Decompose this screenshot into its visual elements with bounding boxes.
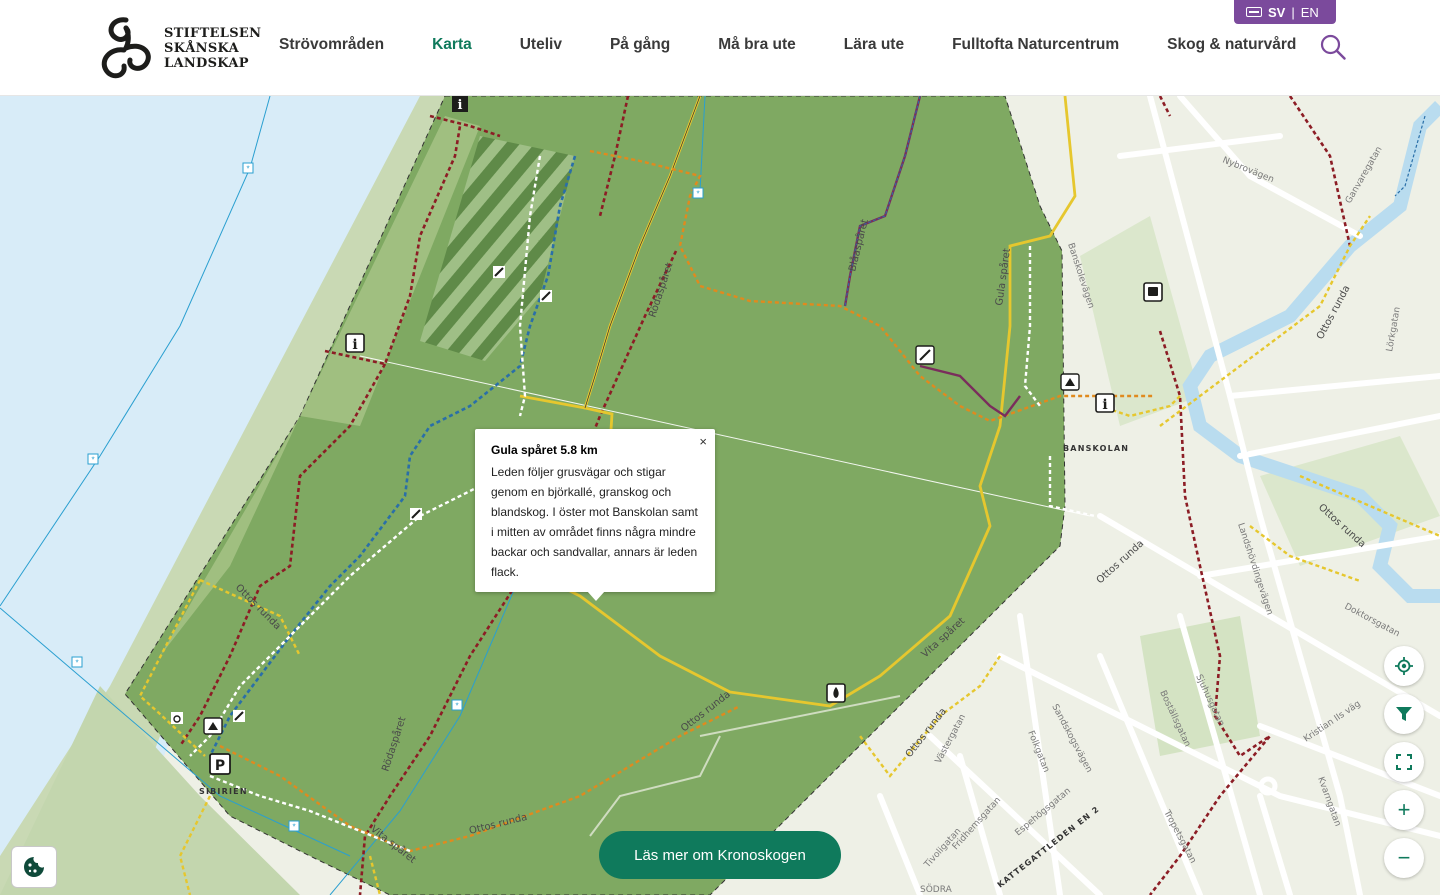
svg-text:*: *	[455, 702, 458, 711]
info-marker-east: i	[1095, 393, 1115, 413]
svg-text:i: i	[458, 98, 463, 113]
locate-icon	[1395, 657, 1413, 675]
lang-separator: |	[1291, 4, 1295, 20]
svg-text:P: P	[215, 758, 225, 774]
label-sodra: SÖDRA	[920, 884, 953, 895]
ski-marker-6: *	[692, 187, 704, 199]
nav-item-uteliv[interactable]: Uteliv	[520, 36, 562, 54]
filter-icon	[1396, 707, 1412, 721]
logo-line-3: LANDSKAP	[164, 55, 249, 71]
nav-item-ma-bra-ute[interactable]: Må bra ute	[718, 36, 796, 54]
nav-item-pa-gang[interactable]: På gång	[610, 36, 670, 54]
zoom-out-button[interactable]: −	[1384, 838, 1424, 878]
logo-mark-icon	[101, 17, 151, 79]
locate-button[interactable]	[1384, 646, 1424, 686]
info-marker-west: i	[345, 333, 365, 353]
label-sibirien: SIBIRIEN	[199, 787, 248, 796]
trail-info-popup: × Gula spåret 5.8 km Leden följer grusvä…	[475, 429, 715, 601]
svg-text:i: i	[1102, 397, 1107, 413]
campfire-marker	[826, 683, 846, 703]
logo-line-1: STIFTELSEN	[164, 25, 262, 41]
cookie-icon	[24, 857, 44, 877]
ski-marker-1: *	[242, 162, 254, 174]
svg-text:*: *	[75, 659, 78, 668]
picnic-marker-east	[1060, 373, 1080, 391]
ski-marker-2: *	[87, 453, 99, 465]
cookie-settings-button[interactable]	[11, 846, 57, 888]
map-svg: i i i P * * * * * * Ottos runda Ottos ru…	[0, 96, 1440, 895]
logo-wordmark: STIFTELSEN SKÅNSKA LANDSKAP	[164, 26, 261, 71]
label-banskolan: BANSKOLAN	[1063, 444, 1129, 453]
info-marker-top: i	[452, 96, 468, 113]
language-switcher[interactable]: SV | EN	[1234, 0, 1336, 24]
exercise-marker-4	[410, 508, 422, 520]
nav-item-karta[interactable]: Karta	[432, 36, 472, 54]
accessible-marker	[171, 712, 183, 724]
svg-text:*: *	[91, 456, 94, 465]
read-more-button[interactable]: Läs mer om Kronoskogen	[599, 831, 841, 879]
nav-item-skog-naturvard[interactable]: Skog & naturvård	[1167, 36, 1296, 54]
parking-marker: P	[209, 753, 231, 775]
svg-text:i: i	[352, 337, 357, 353]
popup-title: Gula spåret 5.8 km	[491, 443, 598, 457]
site-logo[interactable]: STIFTELSEN SKÅNSKA LANDSKAP	[96, 14, 261, 82]
sign-language-icon	[1246, 7, 1262, 17]
ski-marker-5: *	[288, 820, 300, 832]
svg-text:*: *	[696, 190, 699, 199]
svg-text:*: *	[246, 165, 249, 174]
ski-marker-3: *	[71, 656, 83, 668]
fullscreen-button[interactable]	[1384, 742, 1424, 782]
picnic-marker-sw	[203, 717, 223, 735]
main-nav: Strövområden Karta Uteliv På gång Må bra…	[279, 36, 1344, 54]
exercise-marker-2	[493, 266, 505, 278]
search-icon[interactable]	[1320, 34, 1346, 60]
fullscreen-icon	[1396, 754, 1412, 770]
nav-item-lara-ute[interactable]: Lära ute	[844, 36, 904, 54]
nav-item-fulltofta[interactable]: Fulltofta Naturcentrum	[952, 36, 1119, 54]
exercise-marker-5	[233, 710, 245, 722]
logo-line-2: SKÅNSKA	[164, 40, 240, 56]
map-canvas[interactable]: i i i P * * * * * * Ottos runda Ottos ru…	[0, 96, 1440, 895]
filter-button[interactable]	[1384, 694, 1424, 734]
site-header: STIFTELSEN SKÅNSKA LANDSKAP Strövområden…	[0, 0, 1440, 96]
ski-marker-4: *	[451, 699, 463, 711]
bus-marker	[1143, 282, 1163, 302]
zoom-in-button[interactable]: +	[1384, 790, 1424, 830]
popup-close-button[interactable]: ×	[699, 434, 707, 449]
exercise-marker-3	[540, 290, 552, 302]
popup-description: Leden följer grusvägar och stigar genom …	[491, 465, 698, 579]
lang-sv[interactable]: SV	[1268, 5, 1285, 20]
lang-en[interactable]: EN	[1301, 5, 1319, 20]
nav-item-strovomraden[interactable]: Strövområden	[279, 36, 384, 54]
svg-text:*: *	[292, 823, 295, 832]
exercise-marker-1	[915, 345, 935, 365]
